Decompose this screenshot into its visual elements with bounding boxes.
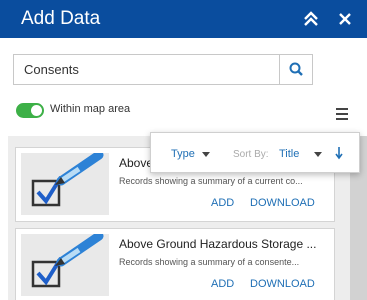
search-button[interactable] bbox=[279, 55, 312, 84]
sort-by-label: Sort By: bbox=[233, 149, 269, 160]
panel-title: Add Data bbox=[21, 8, 101, 29]
result-description: Records showing a summary of a current c… bbox=[119, 176, 303, 186]
search-input[interactable] bbox=[14, 55, 279, 84]
search-box bbox=[13, 54, 313, 85]
search-icon bbox=[289, 62, 303, 76]
result-card: Above Ground Hazardous Storage ... Recor… bbox=[15, 228, 335, 300]
type-filter-dropdown[interactable]: Type bbox=[171, 148, 195, 160]
add-button[interactable]: ADD bbox=[211, 278, 234, 290]
within-map-area-toggle[interactable] bbox=[16, 103, 44, 118]
checklist-pen-icon bbox=[21, 153, 109, 215]
add-button[interactable]: ADD bbox=[211, 197, 234, 209]
close-icon[interactable] bbox=[337, 11, 353, 27]
within-map-area-label: Within map area bbox=[50, 103, 131, 115]
panel-header: Add Data bbox=[0, 0, 367, 38]
chevron-down-icon[interactable] bbox=[202, 152, 210, 157]
result-description: Records showing a summary of a consente.… bbox=[119, 257, 300, 267]
toggle-knob bbox=[31, 105, 42, 116]
sort-field-dropdown[interactable]: Title bbox=[279, 148, 299, 160]
checklist-pen-icon bbox=[21, 234, 109, 296]
sort-descending-arrow-icon[interactable] bbox=[334, 146, 344, 160]
result-title: Above Ground Hazardous Storage ... bbox=[119, 237, 317, 251]
double-chevron-up-icon[interactable] bbox=[300, 9, 322, 29]
download-button[interactable]: DOWNLOAD bbox=[250, 197, 315, 209]
hamburger-menu-icon[interactable] bbox=[336, 107, 348, 120]
download-button[interactable]: DOWNLOAD bbox=[250, 278, 315, 290]
sort-popup: Type Sort By: Title bbox=[150, 132, 360, 173]
chevron-down-icon[interactable] bbox=[314, 152, 322, 157]
